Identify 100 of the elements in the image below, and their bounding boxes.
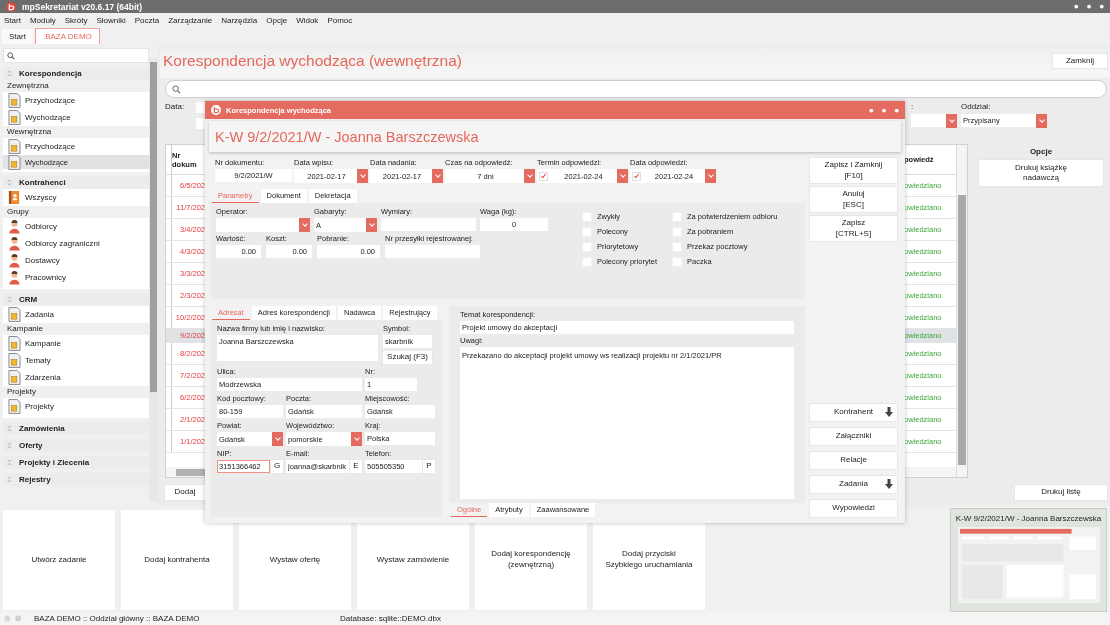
group-label: Grupy (3, 206, 150, 218)
group-label: Projekty (3, 386, 150, 398)
search-field[interactable] (165, 80, 1107, 98)
action-button[interactable]: Wypowiedzi (810, 500, 897, 517)
menu-item[interactable]: Skróty (64, 16, 88, 25)
search-icon (7, 51, 15, 60)
dropdown-button[interactable] (272, 432, 283, 446)
section-header[interactable]: Oferty (3, 439, 150, 452)
document-icon (8, 336, 21, 351)
sidebar-item[interactable]: Przychodzące (3, 138, 150, 155)
down-arrow-icon (885, 479, 893, 489)
menu-item[interactable]: Moduły (29, 16, 56, 25)
field-action-button[interactable]: E (350, 460, 362, 473)
document-icon (8, 399, 21, 414)
sidebar-item[interactable]: Wychodzące (3, 109, 150, 126)
status-text: BAZA DEMO :: Oddział główny :: BAZA DEMO (34, 614, 201, 623)
action-button[interactable]: Zapisz [CTRL+S] (810, 216, 897, 241)
section-header[interactable]: Rejestry (3, 473, 150, 486)
sidebar-item[interactable]: Zadania (3, 306, 150, 323)
down-arrow-icon (885, 407, 893, 417)
app-logo-icon (211, 105, 221, 115)
scrollbar[interactable] (956, 145, 967, 477)
action-button[interactable]: Zadania (810, 476, 897, 493)
group-label: Wewnętrzna (3, 126, 150, 138)
dropdown-button[interactable] (617, 169, 628, 183)
sidebar-item[interactable]: Dostawcy (3, 252, 150, 269)
tab[interactable]: Start (2, 29, 33, 44)
window-controls-icon[interactable] (869, 107, 899, 113)
sidebar-item[interactable]: Kampanie (3, 335, 150, 352)
scrollbar[interactable] (149, 58, 158, 502)
search-button[interactable]: Szukaj (F3) (383, 351, 432, 364)
action-button[interactable]: Zapisz i Zamknij [F10] (810, 158, 897, 183)
dropdown-button[interactable] (366, 218, 377, 232)
sidebar-item[interactable]: Tematy (3, 352, 150, 369)
menu-item[interactable]: Opcje (266, 16, 288, 25)
section-header[interactable]: CRM (3, 293, 150, 306)
document-icon (8, 370, 21, 385)
sidebar-item[interactable]: Odbiorcy (3, 218, 150, 235)
menu-item[interactable]: Pomoc (327, 16, 353, 25)
document-icon (8, 93, 21, 108)
menu-item[interactable]: Narzędzia (221, 16, 258, 25)
dropdown-button[interactable] (432, 169, 443, 183)
print-button[interactable]: Drukuj książkę nadawczą (979, 160, 1103, 186)
dropdown-button[interactable] (299, 218, 310, 232)
field-action-button[interactable]: G (271, 460, 283, 473)
action-button[interactable]: Anuluj [ESC] (810, 187, 897, 212)
section-header[interactable]: Projekty i Zlecenia (3, 456, 150, 469)
dropdown-field[interactable] (216, 218, 310, 232)
person-icon (8, 219, 21, 234)
dropdown-button[interactable] (1036, 113, 1047, 128)
quick-action-tile[interactable]: Utwórz zadanie (3, 510, 115, 610)
dropdown-button[interactable] (524, 169, 535, 183)
sidebar-item[interactable]: Pracownicy (3, 269, 150, 286)
person-icon (8, 270, 21, 285)
add-button[interactable]: Dodaj (165, 484, 205, 500)
menu-item[interactable]: Zarządzanie (168, 16, 213, 25)
menu-item[interactable]: Widok (296, 16, 319, 25)
checkbox[interactable] (632, 171, 641, 181)
dropdown-button[interactable] (705, 169, 716, 183)
filter-label: : (911, 102, 915, 111)
section-header[interactable]: Kontrahenci (3, 176, 150, 189)
expand-collapse-icon (7, 476, 12, 483)
document-icon (8, 139, 21, 154)
quick-action-tile[interactable]: Dodaj kontrahenta (121, 510, 233, 610)
action-button[interactable]: Relacje (810, 452, 897, 469)
dropdown-button[interactable] (351, 432, 362, 446)
search-field[interactable] (3, 48, 150, 63)
sidebar-item[interactable]: Wszyscy (3, 189, 150, 206)
filter-label: Oddział: (961, 102, 992, 111)
status-indicator-icon (4, 615, 24, 622)
print-list-button[interactable]: Drukuj listę (1015, 484, 1107, 500)
checkbox[interactable] (539, 171, 548, 181)
window-controls-icon[interactable] (1074, 4, 1104, 9)
dropdown-button[interactable] (946, 113, 957, 128)
expand-collapse-icon (7, 70, 12, 77)
menu-item[interactable]: Start (4, 16, 21, 25)
document-icon (8, 154, 21, 170)
action-button[interactable]: Kontrahent (810, 404, 897, 421)
document-icon (8, 307, 21, 322)
database-status: Database: sqlite::DEMO.dbx (340, 614, 441, 623)
sidebar-item[interactable]: Projekty (3, 398, 150, 415)
menu-item[interactable]: Poczta (134, 16, 160, 25)
sidebar-item[interactable]: Odbiorcy zagraniczni (3, 235, 150, 252)
expand-collapse-icon (7, 296, 12, 303)
field-action-button[interactable]: P (423, 460, 435, 473)
close-button[interactable]: Zamknij (1053, 54, 1107, 68)
sidebar-item[interactable]: Zdarzenia (3, 369, 150, 386)
dropdown-field[interactable] (911, 114, 957, 127)
window-title: mpSekretariat v20.6.17 (64bit) (22, 1, 142, 12)
document-icon (8, 353, 21, 368)
section-header[interactable]: Korespondencja (3, 67, 150, 80)
dropdown-button[interactable] (357, 169, 368, 183)
filter-label: Data: (165, 102, 185, 113)
menu-item[interactable]: Słowniki (96, 16, 126, 25)
action-button[interactable]: Załączniki (810, 428, 897, 445)
expand-collapse-icon (7, 459, 12, 466)
app-logo-icon (6, 1, 16, 12)
window-preview[interactable]: K-W 9/2/2021/W - Joanna Barszczewska (950, 508, 1107, 612)
sidebar-item[interactable]: Przychodzące (3, 92, 150, 109)
section-header[interactable]: Zamówienia (3, 422, 150, 435)
